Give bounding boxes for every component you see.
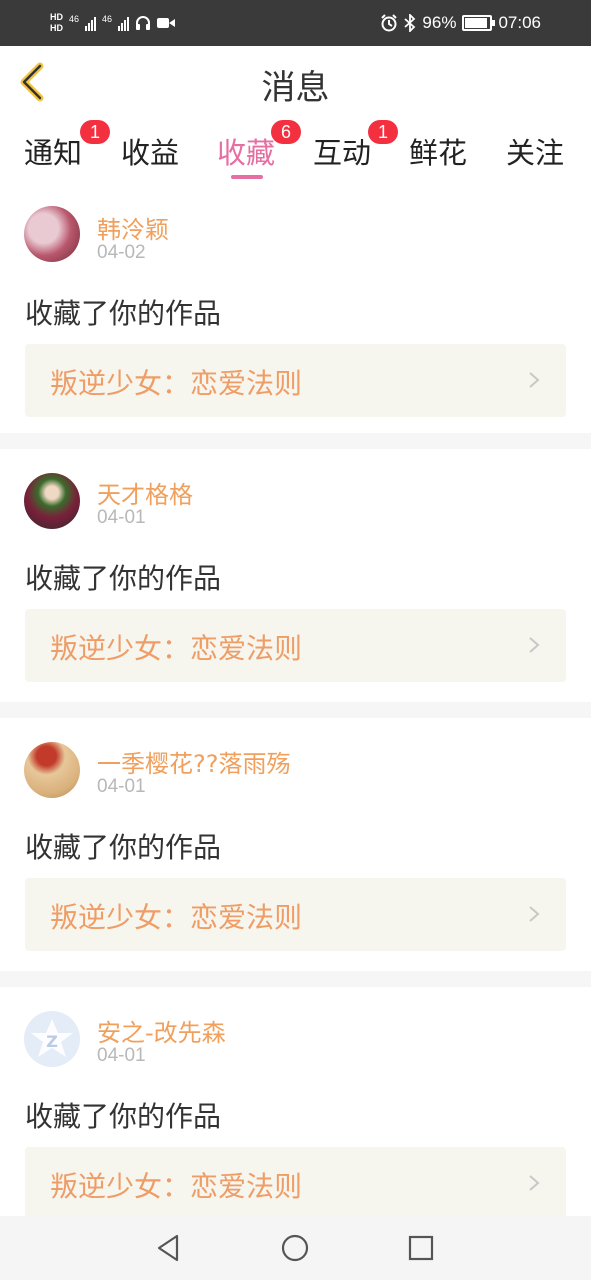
nav-home-icon[interactable] [277, 1230, 313, 1266]
tab-follow[interactable]: 关注 [506, 130, 564, 172]
tab-label: 收藏 [217, 136, 276, 170]
nav-recents-icon[interactable] [403, 1230, 439, 1266]
work-link[interactable]: 叛逆少女：恋爱法则 [25, 344, 566, 417]
signal-icon-2 [118, 15, 130, 31]
user-name[interactable]: 韩泠颖 [97, 210, 169, 245]
message-action: 收藏了你的作品 [25, 1100, 222, 1133]
divider [0, 702, 591, 718]
message-date: 04-01 [97, 1045, 146, 1066]
chevron-right-icon [529, 637, 540, 653]
divider [0, 971, 591, 987]
work-link[interactable]: 叛逆少女：恋爱法则 [25, 609, 566, 682]
video-icon [157, 18, 176, 28]
chevron-right-icon [529, 906, 540, 922]
user-name[interactable]: 天才格格 [97, 475, 193, 510]
message-card: 一季樱花??落雨殇 04-01 收藏了你的作品 叛逆少女：恋爱法则 [0, 718, 591, 971]
message-action: 收藏了你的作品 [25, 562, 222, 595]
battery-percent: 96% [422, 13, 457, 32]
bluetooth-icon [404, 14, 416, 32]
user-name[interactable]: 一季樱花??落雨殇 [97, 744, 290, 779]
status-bar: HD HD 46 46 96% 07:06 [0, 0, 591, 46]
avatar[interactable]: Z [24, 1011, 80, 1067]
page-title: 消息 [261, 68, 330, 108]
user-name[interactable]: 安之-改先森 [97, 1013, 226, 1048]
message-card: 韩泠颖 04-02 收藏了你的作品 叛逆少女：恋爱法则 [0, 184, 591, 434]
tab-label: 收益 [121, 136, 180, 170]
chevron-right-icon [529, 1175, 540, 1191]
status-left: HD HD 46 46 [50, 6, 176, 40]
tab-favorites[interactable]: 收藏 6 [217, 120, 301, 172]
tab-bar: 通知 1 收益 收藏 6 互动 1 鲜花 关注 [0, 118, 591, 184]
hd-label-1: HD [50, 12, 63, 22]
avatar[interactable] [24, 206, 80, 262]
active-tab-indicator [231, 175, 263, 179]
nav-back-icon[interactable] [151, 1230, 187, 1266]
interaction-badge: 1 [368, 120, 398, 144]
hd-label-2: HD [50, 23, 63, 33]
tab-label: 鲜花 [409, 136, 468, 170]
favorites-badge: 6 [271, 120, 301, 144]
tab-label: 互动 [313, 136, 372, 170]
work-link[interactable]: 叛逆少女：恋爱法则 [25, 1147, 566, 1220]
tab-earnings[interactable]: 收益 [121, 130, 179, 172]
avatar[interactable] [24, 473, 80, 529]
signal-icon [85, 15, 97, 31]
tab-flowers[interactable]: 鲜花 [409, 130, 467, 172]
work-title: 叛逆少女：恋爱法则 [50, 901, 303, 934]
work-title: 叛逆少女：恋爱法则 [50, 1170, 303, 1203]
work-link[interactable]: 叛逆少女：恋爱法则 [25, 878, 566, 951]
divider [0, 433, 591, 449]
tab-interaction[interactable]: 互动 1 [313, 120, 398, 172]
system-nav-bar [0, 1216, 591, 1280]
battery-icon [462, 15, 496, 31]
avatar[interactable] [24, 742, 80, 798]
message-card: 天才格格 04-01 收藏了你的作品 叛逆少女：恋爱法则 [0, 449, 591, 702]
clock: 07:06 [498, 13, 541, 32]
headset-icon [136, 16, 151, 30]
tab-label: 通知 [24, 136, 83, 170]
chevron-right-icon [529, 372, 540, 388]
notify-badge: 1 [80, 120, 110, 144]
network-label-2: 46 [102, 14, 113, 24]
message-action: 收藏了你的作品 [25, 831, 222, 864]
status-right: 96% 07:06 [380, 0, 541, 46]
battery-fill [465, 18, 487, 28]
header: 消息 [0, 46, 591, 118]
network-label-1: 46 [69, 14, 80, 24]
hd-indicator: HD HD [50, 12, 63, 34]
message-date: 04-01 [97, 507, 146, 528]
message-date: 04-01 [97, 776, 146, 797]
message-date: 04-02 [97, 242, 146, 263]
message-card: Z 安之-改先森 04-01 收藏了你的作品 叛逆少女：恋爱法则 [0, 987, 591, 1220]
tab-label: 关注 [506, 136, 565, 170]
message-action: 收藏了你的作品 [25, 297, 222, 330]
work-title: 叛逆少女：恋爱法则 [50, 367, 303, 400]
default-avatar-icon: Z [31, 1019, 73, 1057]
svg-text:Z: Z [46, 1032, 58, 1051]
tab-notify[interactable]: 通知 1 [24, 120, 110, 172]
alarm-icon [381, 14, 398, 32]
work-title: 叛逆少女：恋爱法则 [50, 632, 303, 665]
